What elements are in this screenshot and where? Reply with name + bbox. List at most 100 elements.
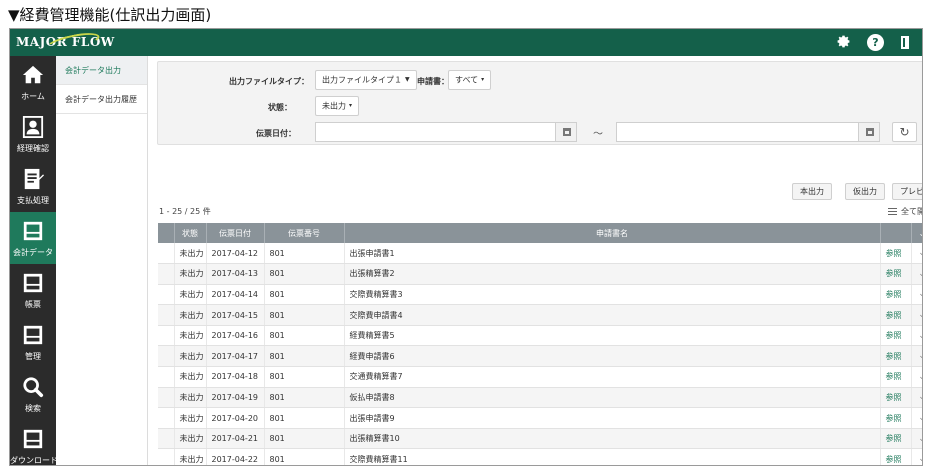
applicant-label: 申請書： [417, 77, 449, 86]
table-row[interactable]: 未出力2017-04-13801出張精算書2参照⌄ [158, 263, 922, 285]
column-header-check[interactable] [158, 223, 175, 243]
row-document-name: 交通費精算書7 [344, 366, 881, 388]
row-check-cell[interactable] [158, 263, 175, 285]
sidebar-item-reports[interactable]: 帳票 [10, 264, 56, 316]
row-ref-link[interactable]: 参照 [880, 448, 912, 465]
row-check-cell[interactable] [158, 304, 175, 326]
row-ref-link[interactable]: 参照 [880, 243, 912, 265]
table-row[interactable]: 未出力2017-04-17801経費申請書6参照⌄ [158, 345, 922, 368]
page-caption: ▼経費管理機能(仕訳出力画面) [8, 6, 212, 24]
table-row[interactable]: 未出力2017-04-20801出張申請書9参照⌄ [158, 407, 922, 429]
column-header-date[interactable]: 伝票日付 [206, 223, 265, 243]
row-slip-no: 801 [264, 366, 345, 388]
row-check-cell[interactable] [158, 325, 175, 347]
gear-icon[interactable] [835, 34, 852, 51]
row-expand-chevron-icon[interactable]: ⌄ [911, 325, 922, 347]
row-check-cell[interactable] [158, 284, 175, 306]
row-slip-no: 801 [264, 304, 345, 326]
caret-down-icon: ▾ [349, 102, 353, 109]
expand-all-button[interactable]: 全て開く [888, 206, 922, 217]
brand-logo[interactable]: MAJOR FLOW [16, 29, 115, 55]
row-expand-chevron-icon[interactable]: ⌄ [911, 263, 922, 285]
date-from-input[interactable] [315, 122, 556, 142]
table-row[interactable]: 未出力2017-04-16801経費精算書5参照⌄ [158, 325, 922, 347]
subnav-item-output-history[interactable]: 会計データ出力履歴 [56, 85, 147, 114]
subnav-item-accounting-output[interactable]: 会計データ出力 [56, 56, 147, 85]
final-output-button[interactable]: 本出力 [792, 183, 832, 200]
door-icon[interactable] [897, 34, 914, 51]
row-ref-link[interactable]: 参照 [880, 263, 912, 285]
row-date: 2017-04-19 [206, 387, 265, 409]
date-to-input[interactable] [616, 122, 859, 142]
row-check-cell[interactable] [158, 428, 175, 450]
sidebar-item-label: 経理確認 [17, 144, 49, 153]
column-header-status[interactable]: 状態 [174, 223, 207, 243]
table-header-row: 状態 伝票日付 伝票番号 申請書名 ⌄ [158, 223, 922, 243]
column-header-slip-no[interactable]: 伝票番号 [264, 223, 345, 243]
main-content: 出力ファイルタイプ： 出力ファイルタイプ１ ▼ 申請書： すべて ▾ 状態： 未出力… [148, 56, 922, 465]
row-check-cell[interactable] [158, 448, 175, 465]
row-slip-no: 801 [264, 345, 345, 368]
row-slip-no: 801 [264, 448, 345, 465]
row-check-cell[interactable] [158, 345, 175, 368]
sidebar-item-home[interactable]: ホーム [10, 56, 56, 108]
table-row[interactable]: 未出力2017-04-18801交通費精算書7参照⌄ [158, 366, 922, 388]
row-ref-link[interactable]: 参照 [880, 366, 912, 388]
sidebar-item-payment[interactable]: 支払処理 [10, 160, 56, 212]
temp-output-button[interactable]: 仮出力 [845, 183, 885, 200]
row-ref-link[interactable]: 参照 [880, 345, 912, 368]
row-check-cell[interactable] [158, 407, 175, 429]
row-expand-chevron-icon[interactable]: ⌄ [911, 366, 922, 388]
table-row[interactable]: 未出力2017-04-12801出張申請書1参照⌄ [158, 243, 922, 265]
table-row[interactable]: 未出力2017-04-22801交際費精算書11参照⌄ [158, 448, 922, 465]
row-expand-chevron-icon[interactable]: ⌄ [911, 304, 922, 326]
row-expand-chevron-icon[interactable]: ⌄ [911, 284, 922, 306]
row-ref-link[interactable]: 参照 [880, 428, 912, 450]
file-type-value: 出力ファイルタイプ１ [322, 75, 402, 85]
row-expand-chevron-icon[interactable]: ⌄ [911, 387, 922, 409]
row-ref-link[interactable]: 参照 [880, 387, 912, 409]
preview-button[interactable]: プレビュー [892, 183, 922, 200]
status-select[interactable]: 未出力 ▾ [315, 96, 360, 116]
approval-icon [22, 116, 44, 138]
sidebar-item-approval[interactable]: 経理確認 [10, 108, 56, 160]
row-check-cell[interactable] [158, 366, 175, 388]
row-date: 2017-04-21 [206, 428, 265, 450]
row-ref-link[interactable]: 参照 [880, 407, 912, 429]
row-expand-chevron-icon[interactable]: ⌄ [911, 448, 922, 465]
row-check-cell[interactable] [158, 243, 175, 265]
calendar-icon[interactable] [555, 122, 577, 142]
row-expand-chevron-icon[interactable]: ⌄ [911, 345, 922, 368]
row-status: 未出力 [174, 304, 207, 326]
row-ref-link[interactable]: 参照 [880, 284, 912, 306]
file-type-select[interactable]: 出力ファイルタイプ１ ▼ [315, 70, 417, 90]
row-date: 2017-04-22 [206, 448, 265, 465]
row-status: 未出力 [174, 243, 207, 265]
row-expand-chevron-icon[interactable]: ⌄ [911, 407, 922, 429]
sidebar-item-download[interactable]: ダウンロード [10, 420, 58, 465]
table-row[interactable]: 未出力2017-04-19801仮払申請書8参照⌄ [158, 387, 922, 409]
chevron-down-icon[interactable]: ⌄ [911, 223, 922, 243]
calendar-icon[interactable] [858, 122, 880, 142]
applicant-select[interactable]: すべて ▾ [448, 70, 492, 90]
help-icon[interactable]: ? [867, 34, 884, 51]
row-status: 未出力 [174, 345, 207, 368]
column-header-name[interactable]: 申請書名 [344, 223, 881, 243]
sidebar-item-label: 管理 [25, 352, 41, 361]
table-row[interactable]: 未出力2017-04-21801出張精算書10参照⌄ [158, 428, 922, 450]
row-check-cell[interactable] [158, 387, 175, 409]
row-ref-link[interactable]: 参照 [880, 304, 912, 326]
sidebar-item-admin[interactable]: 管理 [10, 316, 56, 368]
table-row[interactable]: 未出力2017-04-14801交際費精算書3参照⌄ [158, 284, 922, 306]
row-status: 未出力 [174, 407, 207, 429]
sidebar-item-accounting[interactable]: 会計データ [10, 212, 56, 264]
table-row[interactable]: 未出力2017-04-15801交際費申請書4参照⌄ [158, 304, 922, 326]
row-document-name: 出張申請書1 [344, 243, 881, 265]
row-expand-chevron-icon[interactable]: ⌄ [911, 243, 922, 265]
row-slip-no: 801 [264, 407, 345, 429]
row-ref-link[interactable]: 参照 [880, 325, 912, 347]
row-document-name: 経費精算書5 [344, 325, 881, 347]
row-expand-chevron-icon[interactable]: ⌄ [911, 428, 922, 450]
sidebar-item-search[interactable]: 検索 [10, 368, 56, 420]
refresh-icon[interactable]: ↻ [892, 122, 917, 142]
